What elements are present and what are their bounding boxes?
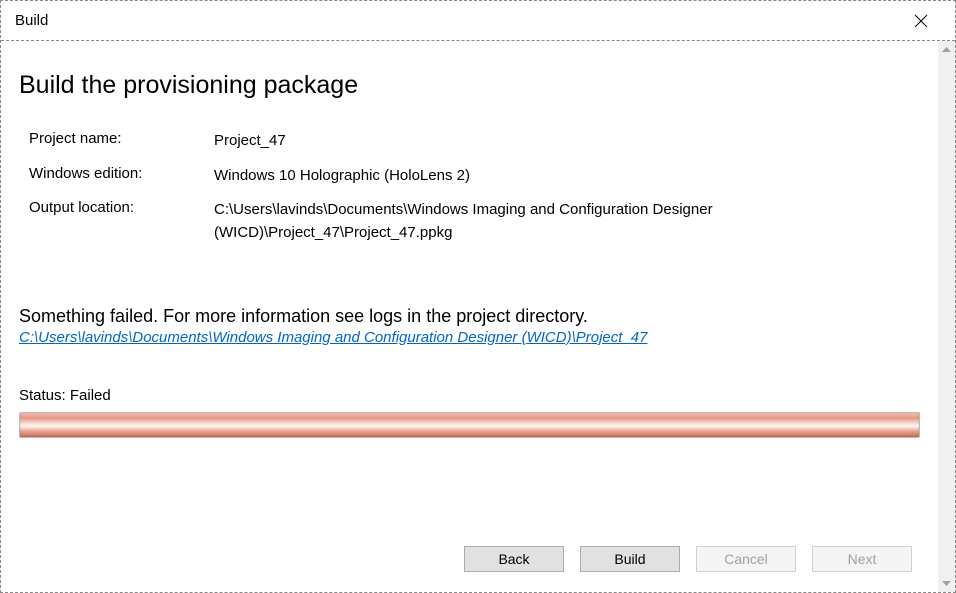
output-location-label: Output location:	[29, 199, 214, 244]
status-section: Status: Failed	[19, 387, 920, 438]
scrollbar-down-icon[interactable]	[938, 575, 955, 592]
scrollbar-up-icon[interactable]	[938, 41, 955, 58]
build-button[interactable]: Build	[580, 546, 680, 572]
windows-edition-row: Windows edition: Windows 10 Holographic …	[29, 165, 920, 188]
status-value: Failed	[70, 387, 111, 404]
dialog-window: Build Build the provisioning package Pro…	[0, 0, 956, 593]
page-heading: Build the provisioning package	[19, 71, 920, 100]
project-name-label: Project name:	[29, 130, 214, 153]
project-name-row: Project name: Project_47	[29, 130, 920, 153]
progress-bar	[19, 412, 920, 438]
main-content: Build the provisioning package Project n…	[1, 41, 938, 592]
status-line: Status: Failed	[19, 387, 920, 404]
window-title: Build	[15, 12, 48, 29]
info-grid: Project name: Project_47 Windows edition…	[19, 130, 920, 256]
titlebar: Build	[1, 1, 955, 41]
error-section: Something failed. For more information s…	[19, 306, 920, 347]
output-location-value: C:\Users\lavinds\Documents\Windows Imagi…	[214, 199, 920, 244]
project-name-value: Project_47	[214, 130, 920, 153]
windows-edition-label: Windows edition:	[29, 165, 214, 188]
log-directory-link[interactable]: C:\Users\lavinds\Documents\Windows Imagi…	[19, 329, 647, 346]
close-icon	[914, 14, 928, 28]
next-button[interactable]: Next	[812, 546, 912, 572]
status-label: Status:	[19, 387, 66, 404]
error-message: Something failed. For more information s…	[19, 306, 920, 327]
close-button[interactable]	[901, 1, 941, 41]
scrollbar[interactable]	[938, 41, 955, 592]
cancel-button[interactable]: Cancel	[696, 546, 796, 572]
button-row: Back Build Cancel Next	[19, 546, 920, 572]
content-area: Build the provisioning package Project n…	[1, 41, 955, 592]
windows-edition-value: Windows 10 Holographic (HoloLens 2)	[214, 165, 920, 188]
back-button[interactable]: Back	[464, 546, 564, 572]
output-location-row: Output location: C:\Users\lavinds\Docume…	[29, 199, 920, 244]
